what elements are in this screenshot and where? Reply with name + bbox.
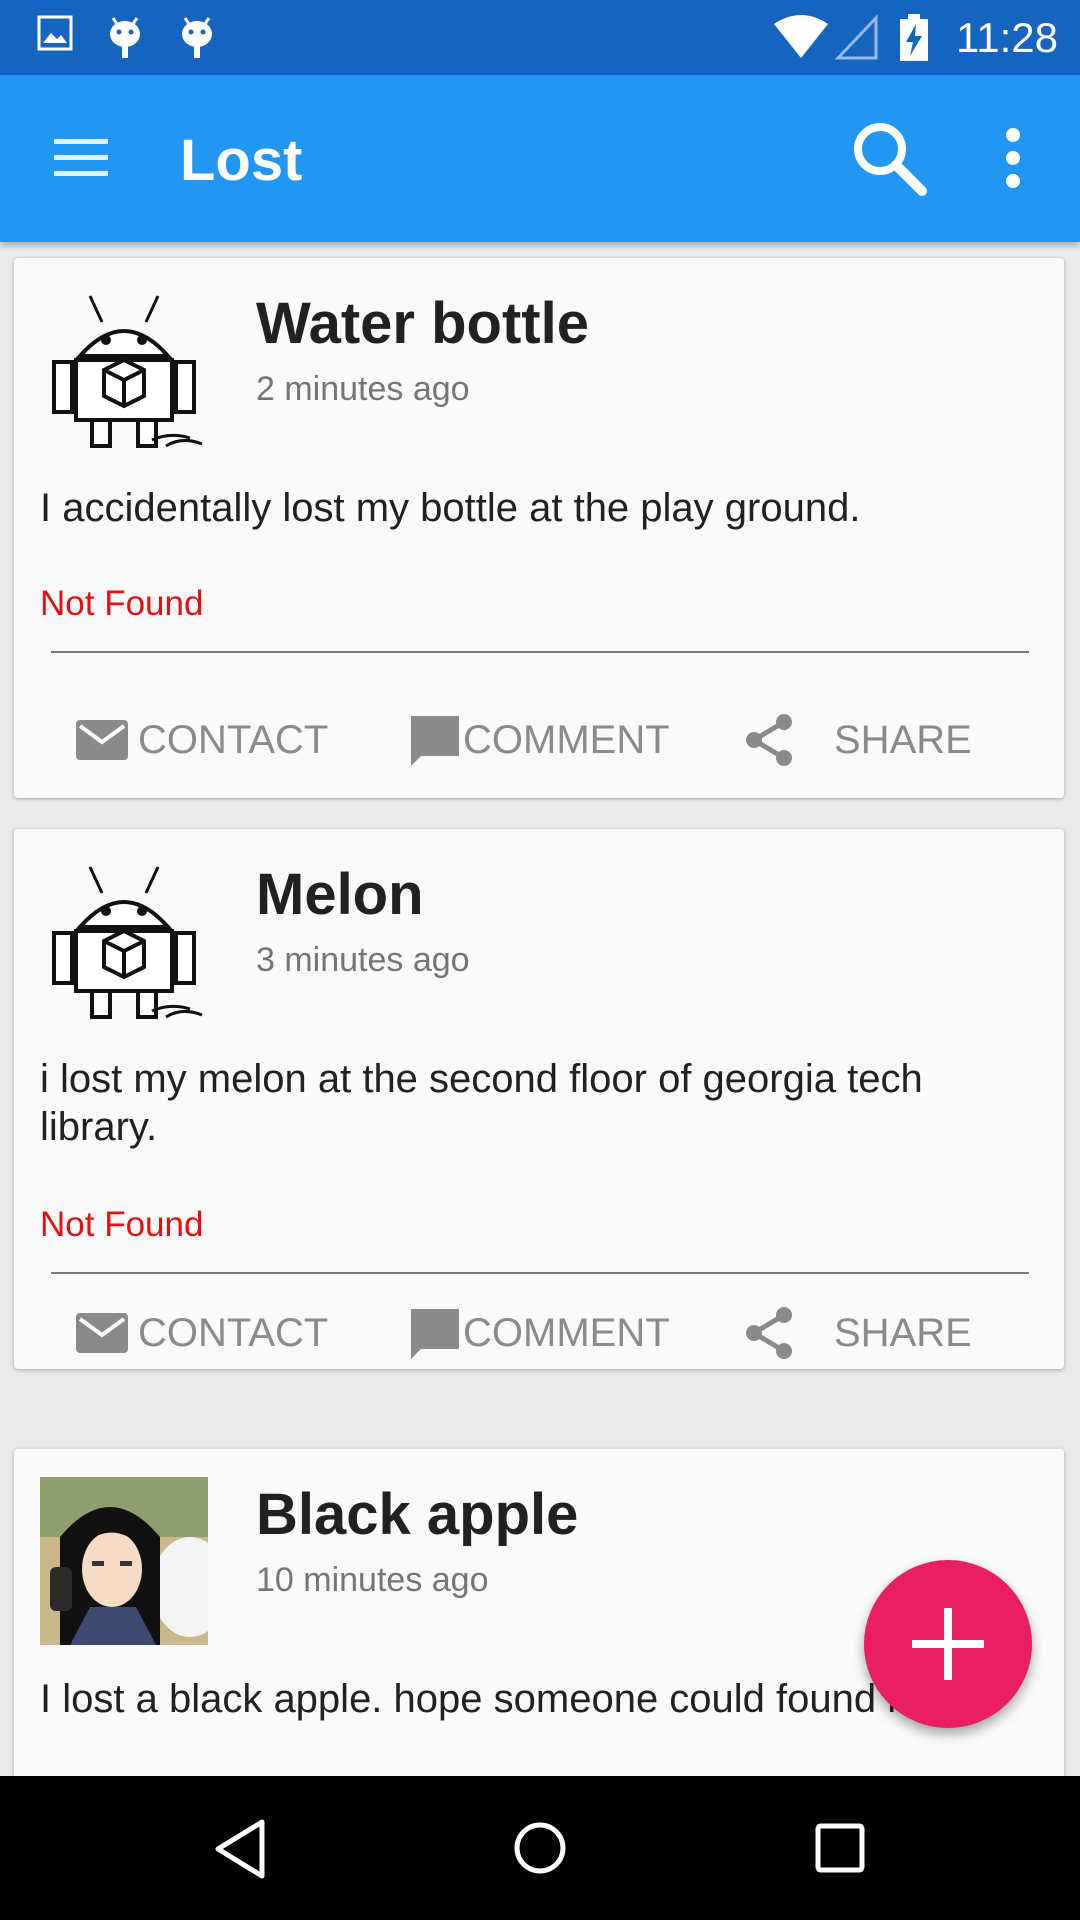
- post-title: Melon: [256, 862, 424, 927]
- post-title: Water bottle: [256, 291, 589, 356]
- android-avatar: [40, 286, 208, 454]
- post-title: Black apple: [256, 1482, 579, 1547]
- mail-icon: [76, 1313, 128, 1353]
- plus-icon: [912, 1608, 984, 1680]
- status-time: 11:28: [956, 14, 1058, 61]
- add-post-button[interactable]: [864, 1560, 1032, 1728]
- share-label: SHARE: [834, 1310, 972, 1355]
- share-button[interactable]: SHARE: [742, 710, 972, 770]
- contact-button[interactable]: CONTACT: [74, 710, 328, 770]
- comment-icon: [411, 1309, 459, 1359]
- battery-charging-icon: [900, 14, 928, 61]
- image-icon: [37, 15, 73, 51]
- post-list[interactable]: Water bottle 2 minutes ago I accidentall…: [0, 242, 1080, 1776]
- mail-icon: [76, 720, 128, 760]
- navigation-bar: [0, 1776, 1080, 1920]
- post-card[interactable]: Melon 3 minutes ago i lost my melon at t…: [14, 829, 1064, 1369]
- post-time: 10 minutes ago: [256, 1561, 489, 1599]
- comment-button[interactable]: COMMENT: [407, 710, 670, 770]
- back-icon[interactable]: [212, 1818, 268, 1880]
- signal-icon: [834, 14, 878, 60]
- comment-label: COMMENT: [463, 1310, 670, 1355]
- android-avatar: [40, 857, 208, 1025]
- share-icon: [746, 1307, 792, 1359]
- page-title: Lost: [180, 128, 303, 193]
- app-bar: Lost: [0, 75, 1080, 242]
- more-vert-icon[interactable]: [998, 127, 1028, 189]
- post-card[interactable]: Water bottle 2 minutes ago I accidentall…: [14, 258, 1064, 798]
- status-bar: 11:28: [0, 0, 1080, 75]
- divider: [51, 651, 1029, 653]
- wifi-icon: [774, 15, 828, 58]
- share-label: SHARE: [834, 717, 972, 762]
- android-debug-icon: [110, 17, 140, 58]
- anime-avatar: [40, 1477, 208, 1645]
- status-badge: Not Found: [40, 584, 204, 623]
- search-icon[interactable]: [848, 117, 930, 199]
- status-badge: Not Found: [40, 1205, 204, 1244]
- post-time: 2 minutes ago: [256, 370, 470, 408]
- comment-label: COMMENT: [463, 717, 670, 762]
- comment-icon: [411, 716, 459, 766]
- menu-icon[interactable]: [50, 133, 112, 183]
- post-description: I accidentally lost my bottle at the pla…: [40, 486, 861, 530]
- comment-button[interactable]: COMMENT: [407, 1303, 670, 1363]
- share-icon: [746, 714, 792, 766]
- contact-label: CONTACT: [138, 1310, 329, 1355]
- recents-icon[interactable]: [814, 1822, 866, 1874]
- share-button[interactable]: SHARE: [742, 1303, 972, 1363]
- divider: [51, 1272, 1029, 1274]
- home-icon[interactable]: [512, 1820, 568, 1876]
- android-debug-icon: [182, 17, 212, 58]
- post-time: 3 minutes ago: [256, 941, 470, 979]
- contact-button[interactable]: CONTACT: [74, 1303, 328, 1363]
- contact-label: CONTACT: [138, 717, 329, 762]
- post-description: i lost my melon at the second floor of g…: [40, 1057, 923, 1149]
